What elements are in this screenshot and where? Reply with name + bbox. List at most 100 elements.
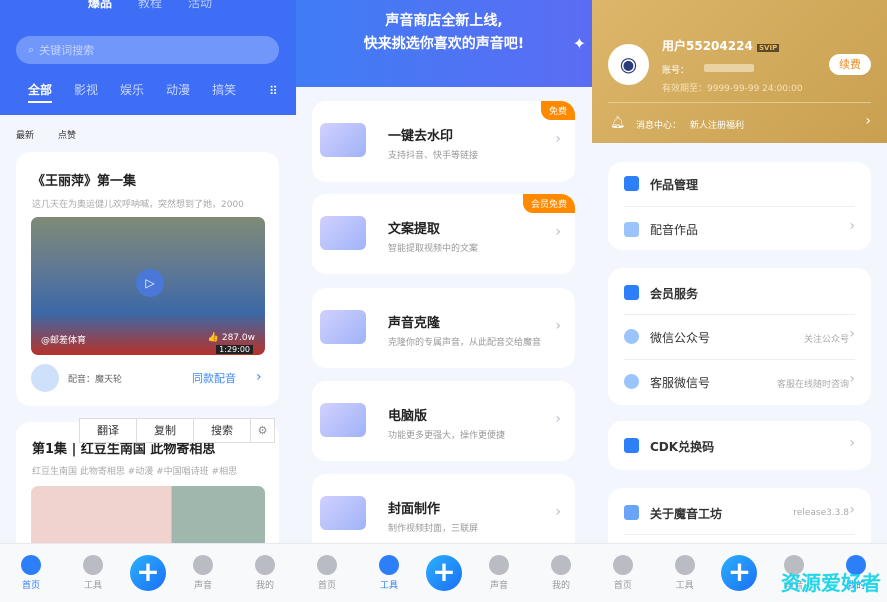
grid-icon	[624, 176, 639, 191]
video-duration: 1:29:00	[216, 345, 253, 354]
tool-extract-text[interactable]: 文案提取 智能提取视频中的文案 会员免费 ›	[312, 194, 575, 274]
avatar[interactable]: ◉	[608, 44, 649, 85]
profile-icon	[255, 555, 275, 575]
nav-label: 工具	[675, 581, 694, 591]
expiry-date: 有效期至：9999-99-99 24:00:00	[662, 84, 803, 94]
search-input[interactable]: ⌕ 关键词搜索	[16, 36, 279, 64]
nav-home[interactable]: 首页	[302, 555, 352, 591]
divider	[624, 206, 855, 207]
customer-service-item[interactable]: 客服微信号	[650, 374, 710, 391]
home-icon	[21, 555, 41, 575]
nav-voices[interactable]: 声音	[178, 555, 228, 591]
category-all[interactable]: 全部	[28, 81, 53, 103]
menu-copy[interactable]: 复制	[137, 419, 194, 442]
nav-label: 工具	[379, 581, 398, 591]
dubbing-works-item[interactable]: 配音作品	[650, 221, 698, 238]
username: 用户55204224 SVIP	[662, 37, 780, 54]
free-badge: 免费	[540, 101, 575, 120]
tool-cover-maker[interactable]: 封面制作 制作视频封面，三联屏 ›	[312, 474, 575, 554]
nav-voices[interactable]: 声音	[474, 555, 524, 591]
tool-desc: 制作视频封面，三联屏	[388, 524, 479, 534]
wechat-official-sub: 关注公众号	[803, 335, 849, 345]
renew-button[interactable]: 续费	[829, 54, 871, 75]
tool-title: 电脑版	[388, 409, 428, 424]
tool-desktop-version[interactable]: 电脑版 功能更多更强大，操作更便捷 ›	[312, 381, 575, 461]
video-card[interactable]: 《王丽萍》第一集 这几天在为奥运健儿欢呼呐喊，突然想到了她，2000 ▷ @邮差…	[16, 152, 279, 406]
about-item[interactable]: 关于魔音工坊	[650, 505, 722, 522]
works-card: 作品管理 配音作品 ›	[608, 162, 871, 250]
music-note-icon	[379, 555, 399, 575]
svip-badge: SVIP	[757, 44, 780, 52]
card-desc: 这几天在为奥运健儿欢呼呐喊，突然想到了她，2000	[32, 200, 244, 210]
top-tab-events[interactable]: 活动	[188, 0, 212, 11]
nav-home[interactable]: 首页	[6, 555, 56, 591]
voice-store-banner[interactable]: 声音商店全新上线, 快来挑选你喜欢的声音吧! ✦	[296, 0, 592, 87]
same-dubbing-button[interactable]: 同款配音	[192, 370, 236, 386]
add-button[interactable]: +	[130, 555, 166, 591]
nav-home[interactable]: 首页	[598, 555, 648, 591]
works-header: 作品管理	[650, 178, 699, 192]
message-text[interactable]: 新人注册福利	[690, 118, 744, 131]
top-tab-hot[interactable]: 爆品	[88, 0, 112, 11]
divider	[624, 314, 855, 315]
chevron-right-icon: ›	[849, 326, 855, 342]
message-center-label[interactable]: 消息中心：	[636, 118, 681, 131]
crown-icon	[624, 285, 639, 300]
sort-likes[interactable]: 点赞	[58, 128, 76, 141]
member-header: 会员服务	[650, 287, 699, 301]
category-entertainment[interactable]: 娱乐	[120, 81, 144, 103]
add-button[interactable]: +	[721, 555, 758, 591]
nav-label: 我的	[255, 581, 274, 591]
chevron-right-icon: ›	[555, 411, 561, 427]
chevron-right-icon: ›	[555, 318, 561, 334]
nav-tools[interactable]: 工具	[364, 555, 414, 591]
like-count: 287.0w	[221, 333, 255, 343]
voice-clone-icon	[320, 310, 366, 344]
tool-title: 文案提取	[388, 222, 441, 237]
username-text: 用户55204224	[662, 39, 753, 53]
scan-icon	[624, 438, 639, 453]
search-placeholder: 关键词搜索	[39, 44, 95, 57]
nav-label: 首页	[613, 581, 632, 591]
top-tab-tutorial[interactable]: 教程	[138, 0, 162, 11]
play-icon[interactable]: ▷	[136, 269, 164, 297]
banner-line-1: 声音商店全新上线,	[385, 13, 503, 29]
chevron-right-icon[interactable]: ›	[865, 113, 871, 129]
nav-label: 首页	[21, 581, 40, 591]
waveform-icon	[624, 505, 639, 520]
category-anime[interactable]: 动漫	[166, 81, 190, 103]
nav-label: 工具	[83, 581, 102, 591]
music-note-icon	[83, 555, 103, 575]
chevron-right-icon: ›	[849, 502, 855, 518]
video-thumbnail[interactable]: ▷ @邮差体育 👍 287.0w 1:29:00	[31, 217, 265, 355]
nav-mine[interactable]: 我的	[240, 555, 290, 591]
add-button[interactable]: +	[426, 555, 462, 591]
tool-remove-watermark[interactable]: 一键去水印 支持抖音、快手等链接 免费 ›	[312, 101, 575, 182]
category-funny[interactable]: 搞笑	[212, 81, 236, 103]
more-categories-icon[interactable]: ⠿	[269, 84, 278, 98]
image-icon	[320, 496, 366, 530]
nav-mine[interactable]: 我的	[536, 555, 586, 591]
account-redacted	[704, 64, 754, 72]
search-icon: ⌕	[28, 43, 35, 56]
text-extract-icon	[320, 216, 366, 250]
nav-label: 首页	[317, 581, 336, 591]
tool-voice-clone[interactable]: 声音克隆 克隆你的专属声音，从此配音交给魔音 ›	[312, 288, 575, 368]
category-film[interactable]: 影视	[74, 81, 98, 103]
divider	[624, 534, 855, 535]
gear-icon[interactable]: ⚙	[251, 419, 274, 442]
home-icon	[612, 555, 633, 575]
cdk-card[interactable]: CDK兑换码 ›	[608, 421, 871, 470]
menu-search[interactable]: 搜索	[194, 419, 251, 442]
watermark: 资源爱好者	[781, 571, 881, 595]
wechat-official-item[interactable]: 微信公众号	[650, 329, 710, 346]
document-icon	[624, 222, 639, 237]
sort-latest[interactable]: 最新	[16, 128, 34, 141]
dubber-name: 配音：魔天轮	[68, 375, 123, 385]
profile-icon	[551, 555, 571, 575]
tools-screen: 声音商店全新上线, 快来挑选你喜欢的声音吧! ✦ 一键去水印 支持抖音、快手等链…	[296, 0, 592, 602]
menu-translate[interactable]: 翻译	[80, 419, 137, 442]
nav-tools[interactable]: 工具	[660, 555, 710, 591]
divider	[624, 359, 855, 360]
nav-tools[interactable]: 工具	[68, 555, 118, 591]
